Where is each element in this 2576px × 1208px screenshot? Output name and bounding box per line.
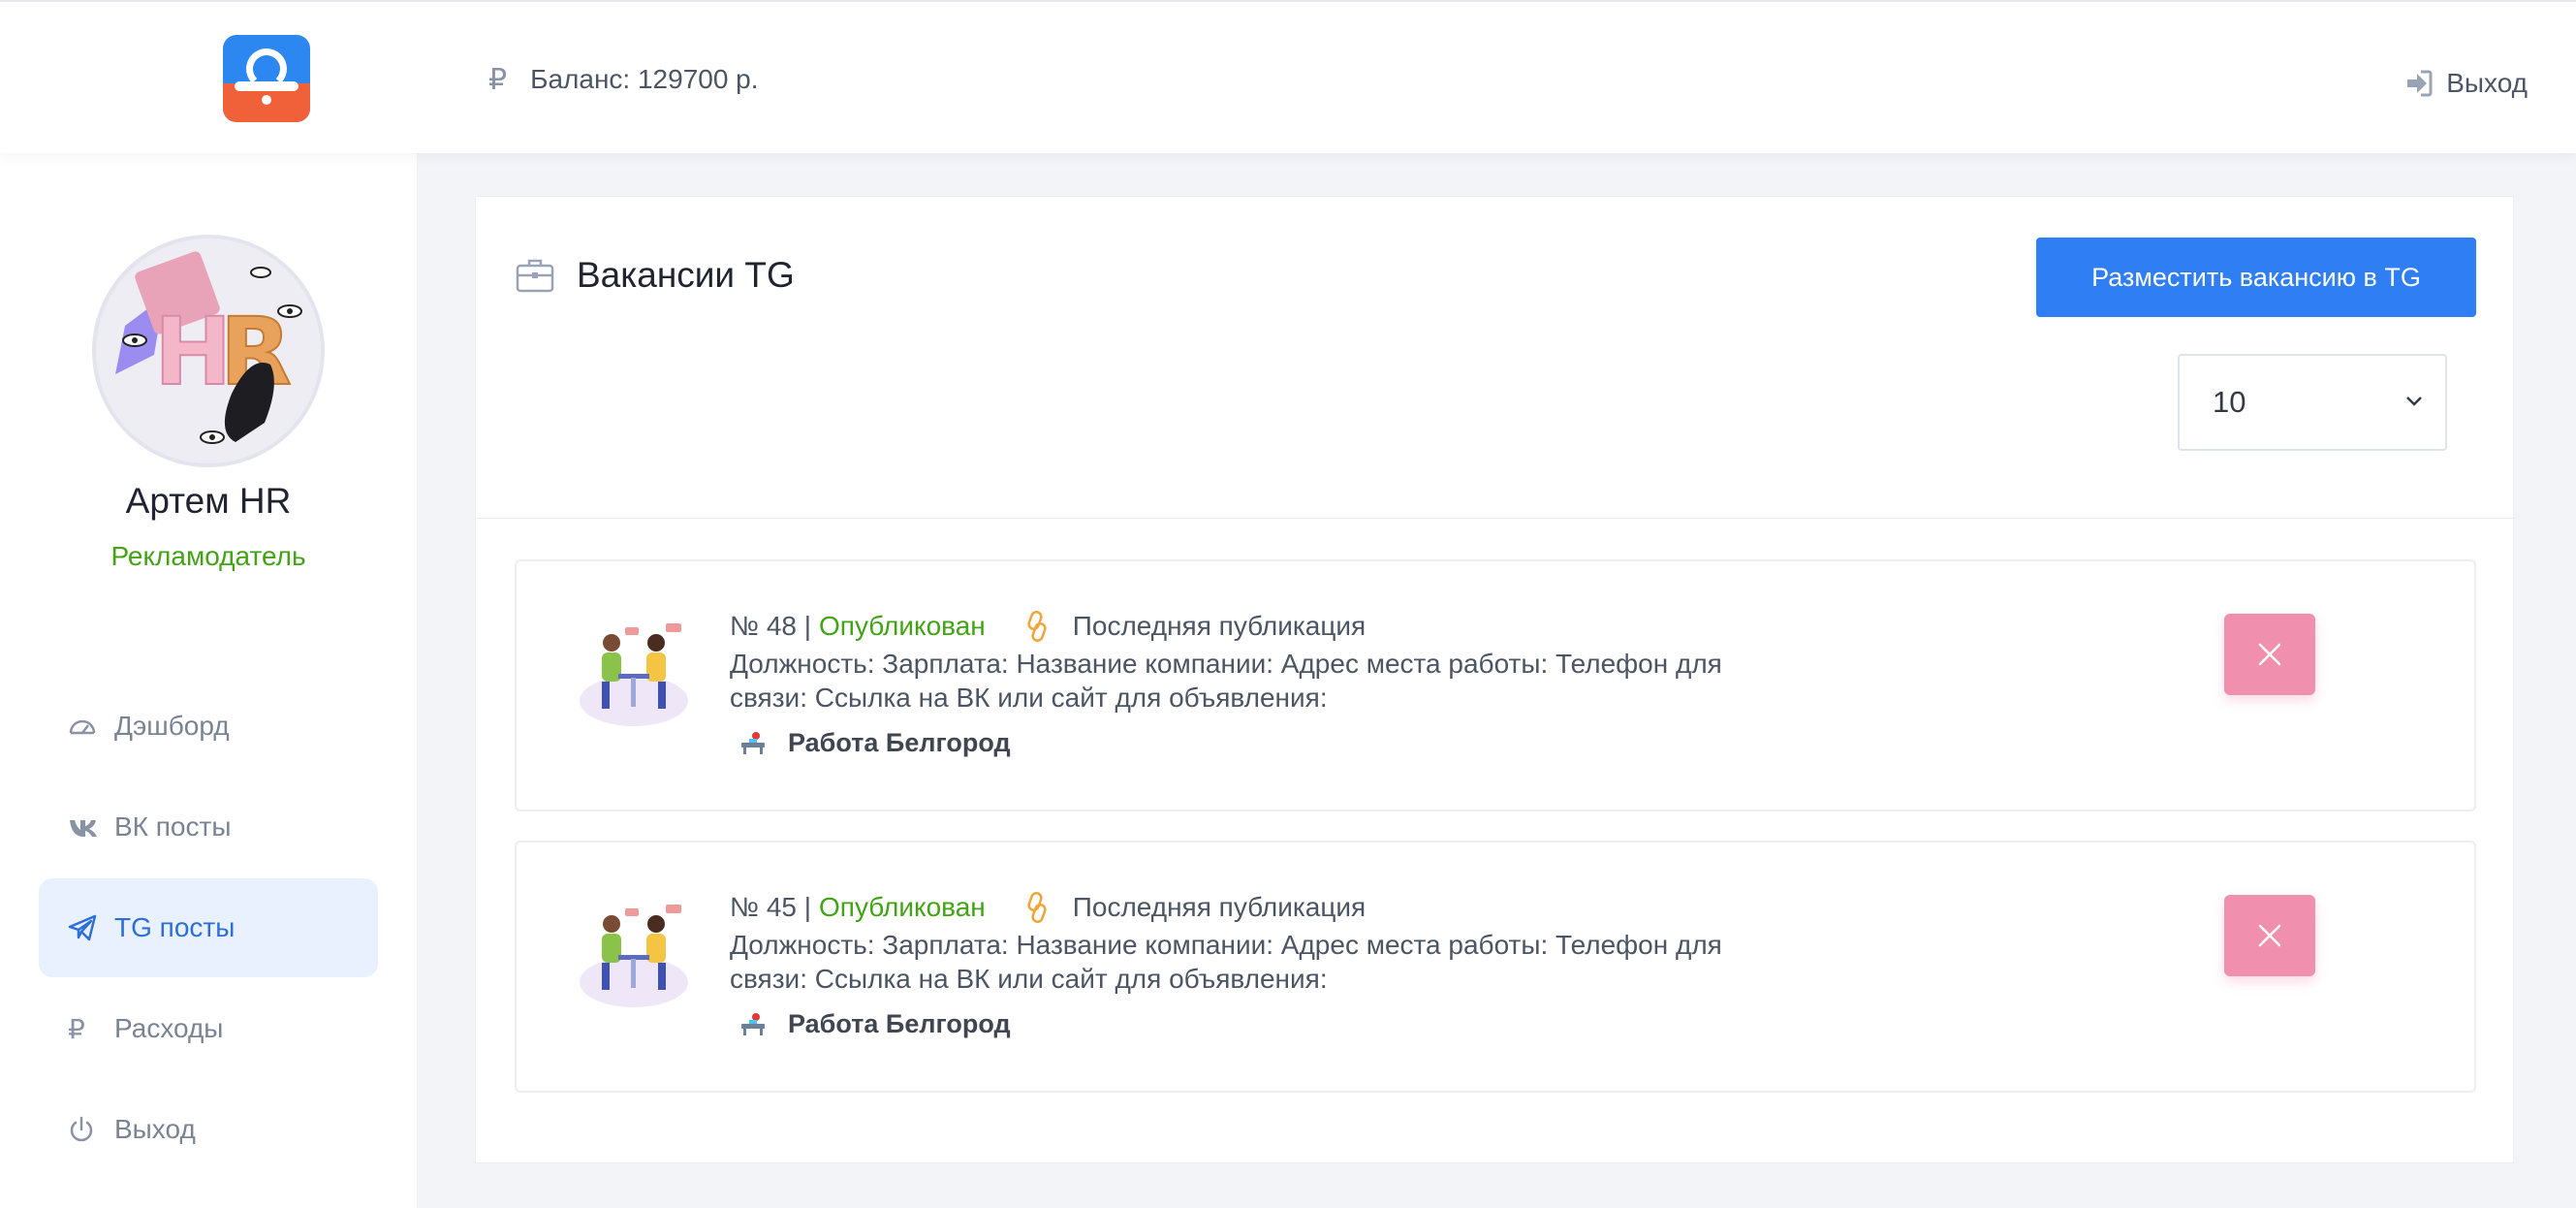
post-meta: № 45 | Опубликован Последняя публикация <box>730 891 1366 924</box>
link-icon[interactable] <box>1024 891 1050 924</box>
place-vacancy-button[interactable]: Разместить вакансию в TG <box>2036 238 2476 317</box>
post-description: Должность: Зарплата: Название компании: … <box>730 930 1722 994</box>
sidebar-item-label: Выход <box>114 1114 196 1144</box>
vk-icon <box>68 817 101 837</box>
sidebar-item-logout[interactable]: Выход <box>39 1080 378 1179</box>
sidebar: H R Артем HR Рекламодатель Дэшборд ВК по… <box>0 153 417 1208</box>
balance-display: ₽ Баланс: 129700 р. <box>488 60 759 99</box>
last-publication-label: Последняя публикация <box>1072 892 1367 922</box>
post-number: № 48 | <box>730 611 812 641</box>
sidebar-item-label: ВК посты <box>114 811 232 842</box>
profile-name: Артем HR <box>125 481 292 521</box>
last-publication-label: Последняя публикация <box>1072 611 1367 641</box>
post-channel-name: Работа Белгород <box>788 1009 1011 1038</box>
sidebar-item-label: Дэшборд <box>114 711 230 741</box>
briefcase-icon <box>516 259 554 293</box>
post-channel: Работа Белгород <box>730 728 1011 758</box>
sidebar-item-tg-posts[interactable]: TG посты <box>39 878 378 977</box>
delete-post-button[interactable] <box>2224 614 2315 695</box>
sidebar-item-expenses[interactable]: ₽ Расходы <box>39 979 378 1078</box>
card-header: Вакансии TG Разместить вакансию в TG 10 <box>476 197 2515 519</box>
post-number: № 45 | <box>730 892 812 922</box>
post-illustration <box>580 623 688 726</box>
header-logout-button[interactable]: Выход <box>2403 66 2528 101</box>
app-logo[interactable] <box>223 35 310 122</box>
chevron-down-icon <box>2406 397 2422 406</box>
profile-role: Рекламодатель <box>110 541 306 571</box>
telegram-icon <box>68 914 101 941</box>
sign-out-icon <box>2407 70 2433 97</box>
ruble-icon: ₽ <box>488 63 508 96</box>
close-icon <box>2258 924 2281 947</box>
sidebar-item-vk-posts[interactable]: ВК посты <box>39 778 378 876</box>
sidebar-nav: Дэшборд ВК посты TG посты ₽ Расходы Выхо… <box>39 677 378 1181</box>
dashboard-icon <box>68 715 101 737</box>
avatar[interactable]: H R <box>92 235 325 467</box>
post-description: Должность: Зарплата: Название компании: … <box>730 649 1722 713</box>
close-icon <box>2258 643 2281 666</box>
power-icon <box>68 1116 101 1143</box>
sidebar-item-dashboard[interactable]: Дэшборд <box>39 677 378 776</box>
channel-icon <box>741 1012 765 1035</box>
sidebar-item-label: TG посты <box>114 912 236 942</box>
page-title-text: Вакансии TG <box>577 255 795 295</box>
post-meta: № 48 | Опубликован Последняя публикация <box>730 610 1366 643</box>
post-channel: Работа Белгород <box>730 1009 1011 1039</box>
status-badge: Опубликован <box>819 611 986 641</box>
ruble-icon: ₽ <box>68 1013 85 1044</box>
page-title: Вакансии TG <box>515 255 795 296</box>
delete-post-button[interactable] <box>2224 895 2315 976</box>
status-badge: Опубликован <box>819 892 986 922</box>
per-page-value: 10 <box>2213 385 2246 419</box>
sidebar-item-label: Расходы <box>114 1013 224 1043</box>
per-page-select[interactable]: 10 <box>2178 354 2447 451</box>
top-bar: ₽ Баланс: 129700 р. Выход <box>0 0 2576 153</box>
header-logout-label: Выход <box>2446 68 2528 98</box>
channel-icon <box>741 731 765 754</box>
post-illustration <box>580 905 688 1007</box>
balance-label: Баланс: 129700 р. <box>530 64 759 94</box>
post-card: № 45 | Опубликован Последняя публикация … <box>515 841 2476 1093</box>
post-card: № 48 | Опубликован Последняя публикация … <box>515 559 2476 811</box>
link-icon[interactable] <box>1024 610 1050 643</box>
vacancies-card: Вакансии TG Разместить вакансию в TG 10 … <box>475 196 2515 1163</box>
post-channel-name: Работа Белгород <box>788 728 1011 757</box>
